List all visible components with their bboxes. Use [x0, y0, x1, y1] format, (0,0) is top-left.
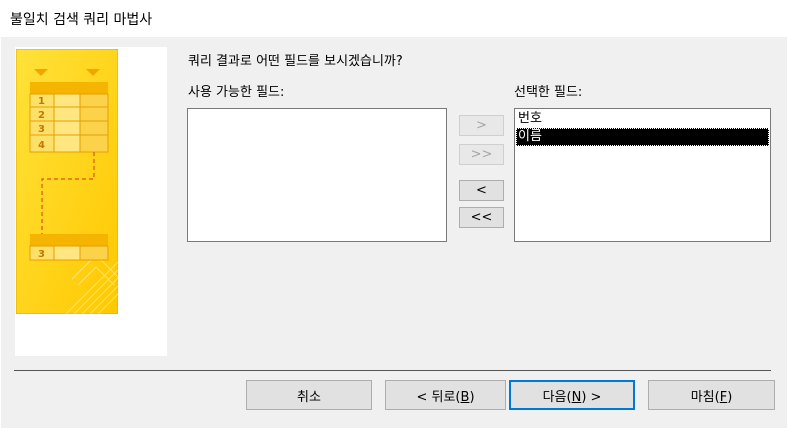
add-field-button[interactable]: >: [459, 115, 504, 136]
back-button-label: < 뒤로(B): [416, 389, 475, 405]
available-fields-list[interactable]: [187, 108, 447, 242]
finish-button[interactable]: 마침(F): [648, 380, 775, 410]
wizard-illustration: 1 2 3 4 3: [16, 49, 118, 314]
next-button[interactable]: 다음(N) >: [509, 380, 635, 410]
remove-field-button[interactable]: <: [459, 180, 504, 201]
next-button-label: 다음(N) >: [542, 389, 602, 405]
cancel-button-label: 취소: [297, 389, 321, 405]
cancel-button[interactable]: 취소: [246, 380, 372, 410]
title-bar: 불일치 검색 쿼리 마법사: [0, 0, 788, 36]
available-fields-label: 사용 가능한 필드:: [188, 85, 285, 100]
illustration-row-number: 3: [38, 124, 45, 135]
finish-button-label: 마침(F): [690, 389, 733, 405]
remove-all-fields-button[interactable]: <<: [459, 207, 504, 228]
add-all-fields-button[interactable]: >>: [459, 144, 504, 165]
footer-separator: [14, 370, 771, 371]
list-item-selected[interactable]: 이름: [516, 128, 769, 146]
selected-fields-label: 선택한 필드:: [514, 85, 583, 100]
wizard-question: 쿼리 결과로 어떤 필드를 보시겠습니까?: [188, 54, 403, 69]
list-item[interactable]: 번호: [516, 110, 769, 128]
illustration-row-number: 1: [38, 96, 45, 107]
illustration-row-number: 4: [38, 140, 45, 151]
selected-fields-list[interactable]: 번호 이름: [514, 108, 771, 242]
window-title: 불일치 검색 쿼리 마법사: [10, 12, 153, 28]
back-button[interactable]: < 뒤로(B): [385, 380, 506, 410]
illustration-row-number: 2: [38, 110, 45, 121]
illustration-row-number: 3: [38, 249, 45, 260]
